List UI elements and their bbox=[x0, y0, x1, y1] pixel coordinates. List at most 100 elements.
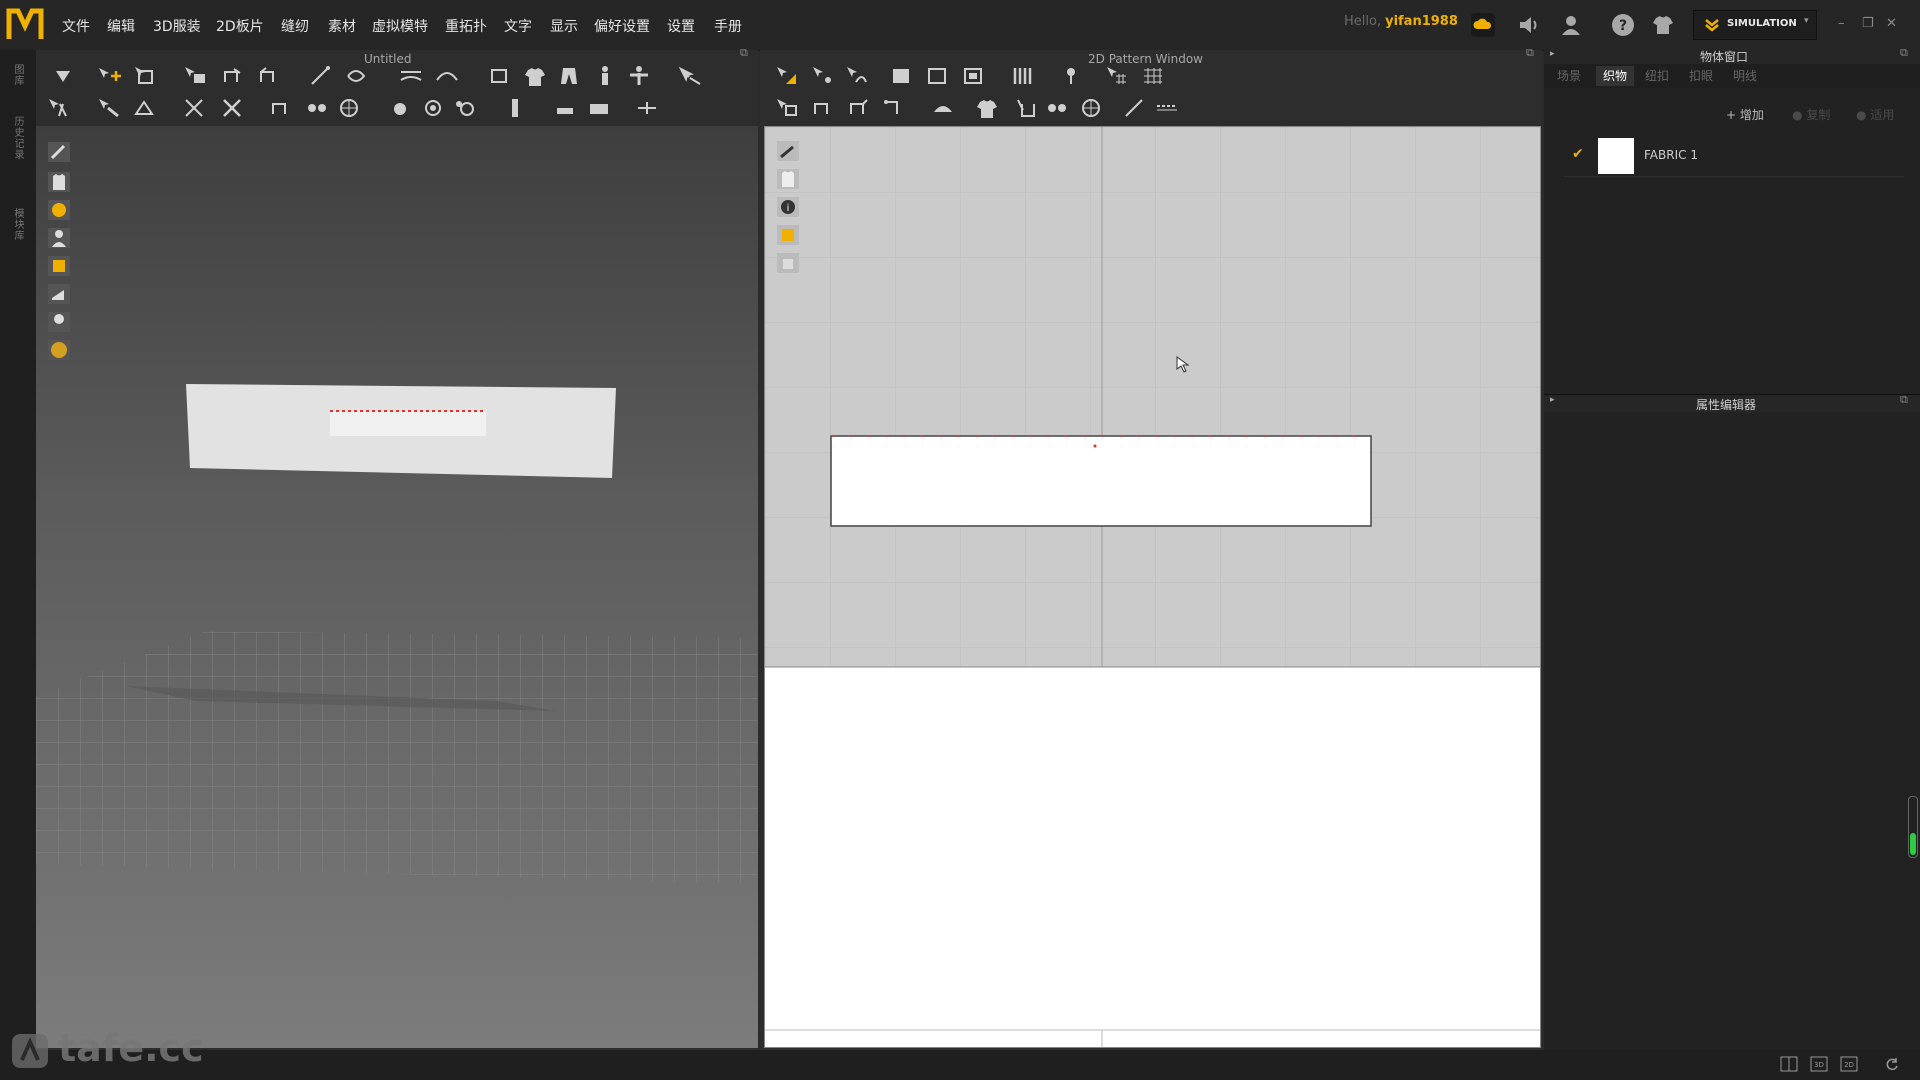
segment-sewing-icon[interactable] bbox=[398, 64, 424, 88]
sewing-check-icon[interactable] bbox=[344, 64, 370, 88]
tack-icon[interactable] bbox=[486, 64, 512, 88]
popout-icon[interactable]: ⧉ bbox=[740, 46, 748, 60]
environment-icon[interactable] bbox=[46, 338, 72, 362]
tab-buttonholes[interactable]: 扣眼 bbox=[1684, 66, 1718, 86]
tab-scene[interactable]: 场景 bbox=[1552, 66, 1586, 86]
zipper-icon[interactable] bbox=[502, 96, 528, 120]
segment-sewing-2d-icon[interactable] bbox=[774, 96, 800, 120]
collapse-arrow-icon[interactable]: ▸ bbox=[1550, 49, 1555, 59]
popout-icon[interactable]: ⧉ bbox=[1900, 393, 1908, 407]
dart-icon[interactable] bbox=[1010, 64, 1036, 88]
move-down-icon[interactable] bbox=[50, 64, 76, 88]
free-sewing-2d-icon[interactable] bbox=[810, 96, 836, 120]
restore-icon[interactable]: ❐ bbox=[1862, 16, 1874, 31]
pants-icon[interactable] bbox=[556, 64, 582, 88]
menu-3d-garment[interactable]: 3D服装 bbox=[153, 16, 201, 36]
layout-3d-icon[interactable]: 3D bbox=[1810, 1056, 1828, 1072]
line-measure-icon[interactable] bbox=[1122, 96, 1148, 120]
edit-sewing-icon[interactable] bbox=[880, 96, 906, 120]
menu-manual[interactable]: 手册 bbox=[714, 16, 742, 36]
texture-edit-icon[interactable] bbox=[132, 96, 158, 120]
menu-preferences[interactable]: 偏好设置 bbox=[594, 16, 650, 36]
unfold-icon[interactable] bbox=[256, 64, 282, 88]
2d-view-pen-icon[interactable] bbox=[775, 139, 801, 163]
texture-toggle-icon[interactable] bbox=[46, 254, 72, 278]
brush-icon[interactable] bbox=[96, 96, 122, 120]
copy-fabric-button[interactable]: ● 复制 bbox=[1792, 105, 1842, 125]
menu-settings[interactable]: 设置 bbox=[667, 16, 695, 36]
menu-display[interactable]: 显示 bbox=[550, 16, 578, 36]
avatar-pose-icon[interactable] bbox=[592, 64, 618, 88]
popout-icon[interactable]: ⧉ bbox=[1526, 46, 1534, 60]
tape-icon[interactable] bbox=[552, 96, 578, 120]
cut-icon[interactable] bbox=[220, 96, 246, 120]
fold-icon[interactable] bbox=[220, 64, 246, 88]
polygon-icon[interactable] bbox=[888, 64, 914, 88]
check-sewing-icon[interactable] bbox=[930, 96, 956, 120]
scroll-indicator[interactable] bbox=[1908, 796, 1918, 858]
scroll-thumb[interactable] bbox=[1910, 833, 1916, 855]
seam-line-icon[interactable] bbox=[182, 96, 208, 120]
dashed-line-icon[interactable] bbox=[1154, 96, 1180, 120]
speaker-icon[interactable] bbox=[1515, 12, 1541, 38]
select-button-icon[interactable] bbox=[420, 96, 446, 120]
rectangle-icon[interactable] bbox=[924, 64, 950, 88]
tab-fabric[interactable]: 织物 bbox=[1596, 66, 1634, 86]
free-sewing-icon[interactable] bbox=[434, 64, 460, 88]
measure-line-icon[interactable] bbox=[634, 96, 660, 120]
buttonhole-icon[interactable] bbox=[452, 96, 478, 120]
m-n-sewing-icon[interactable] bbox=[846, 96, 872, 120]
menu-edit[interactable]: 编辑 bbox=[107, 16, 135, 36]
menu-sewing[interactable]: 缝纫 bbox=[281, 16, 309, 36]
grid-ball-icon[interactable] bbox=[336, 96, 362, 120]
menu-2d-pattern[interactable]: 2D板片 bbox=[216, 16, 264, 36]
edit-curve-icon[interactable] bbox=[844, 64, 870, 88]
edit-segment-icon[interactable] bbox=[308, 64, 334, 88]
help-icon[interactable]: ? bbox=[1610, 12, 1636, 38]
menu-text[interactable]: 文字 bbox=[504, 16, 532, 36]
tab-buttons[interactable]: 纽扣 bbox=[1640, 66, 1674, 86]
collapse-arrow-icon[interactable]: ▸ bbox=[1550, 395, 1555, 405]
2d-lock-icon[interactable] bbox=[775, 251, 801, 275]
cloud-sync-icon[interactable] bbox=[1470, 12, 1496, 38]
fabric-list-item[interactable]: ✔ FABRIC 1 bbox=[1564, 136, 1904, 177]
shoe-toggle-icon[interactable] bbox=[46, 282, 72, 306]
garment-view-icon[interactable] bbox=[46, 170, 72, 194]
grid-icon[interactable] bbox=[1140, 64, 1166, 88]
history-tab[interactable]: 历史记录 bbox=[10, 116, 25, 160]
bead-2d-icon[interactable] bbox=[1044, 96, 1070, 120]
grading-icon[interactable] bbox=[1104, 64, 1130, 88]
2d-texture-icon[interactable] bbox=[775, 223, 801, 247]
refresh-icon[interactable] bbox=[1884, 1056, 1900, 1072]
user-account-icon[interactable] bbox=[1558, 12, 1584, 38]
avatar-bust-icon[interactable] bbox=[46, 310, 72, 334]
button-icon[interactable] bbox=[386, 96, 412, 120]
tab-topstitch[interactable]: 明线 bbox=[1728, 66, 1762, 86]
stress-map-icon[interactable] bbox=[46, 198, 72, 222]
menu-retopology[interactable]: 重拓扑 bbox=[445, 16, 487, 36]
simulation-mode-dropdown[interactable]: SIMULATION ▾ bbox=[1693, 10, 1817, 40]
measure-icon[interactable] bbox=[678, 64, 704, 88]
avatar-toggle-icon[interactable] bbox=[46, 226, 72, 250]
add-fabric-button[interactable]: + 增加 bbox=[1726, 105, 1780, 125]
view-mode-icon[interactable] bbox=[46, 140, 72, 164]
trace-icon[interactable] bbox=[1058, 64, 1084, 88]
menu-materials[interactable]: 素材 bbox=[328, 16, 356, 36]
2d-info-icon[interactable]: i bbox=[775, 195, 801, 219]
2d-view-garment-icon[interactable] bbox=[775, 167, 801, 191]
pin-icon[interactable] bbox=[46, 96, 72, 120]
2d-pattern-canvas[interactable]: i bbox=[764, 126, 1541, 1048]
select-move-icon[interactable] bbox=[96, 64, 122, 88]
select-pattern-icon[interactable] bbox=[774, 64, 800, 88]
modules-tab[interactable]: 模块库 bbox=[10, 208, 25, 241]
apply-fabric-button[interactable]: ● 适用 bbox=[1856, 105, 1906, 125]
edit-point-icon[interactable] bbox=[810, 64, 836, 88]
layout-2d-icon[interactable]: 2D bbox=[1840, 1056, 1858, 1072]
tack-2d-icon[interactable] bbox=[974, 96, 1000, 120]
close-icon[interactable]: ✕ bbox=[1886, 16, 1897, 31]
garment-shop-icon[interactable] bbox=[1650, 12, 1676, 38]
grid-ball-2d-icon[interactable] bbox=[1078, 96, 1104, 120]
layout-single-icon[interactable] bbox=[1780, 1056, 1798, 1072]
library-tab[interactable]: 图库 bbox=[10, 64, 25, 86]
3d-viewport[interactable] bbox=[36, 126, 758, 1048]
